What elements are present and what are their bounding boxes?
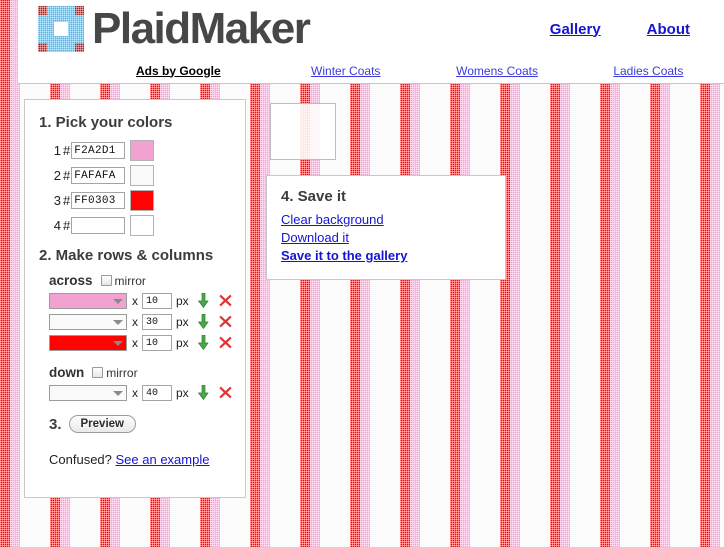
px-unit-label: px	[176, 386, 189, 400]
site-header: PlaidMaker Gallery About	[18, 0, 724, 58]
down-arrow-icon[interactable]	[197, 313, 209, 331]
nav-link-gallery[interactable]: Gallery	[550, 21, 601, 38]
red-x-icon[interactable]	[219, 294, 232, 309]
ads-by-google-label: Ads by Google	[136, 63, 221, 78]
nav-link-about[interactable]: About	[647, 21, 690, 38]
ad-link-winter-coats[interactable]: Winter Coats	[311, 64, 380, 78]
page-title: PlaidMaker	[92, 4, 311, 53]
controls-panel: 1. Pick your colors 1 # F2A2D1 2 # FAFAF…	[24, 99, 246, 498]
save-panel: 4. Save it Clear background Download it …	[266, 175, 506, 280]
step2-heading: 2. Make rows & columns	[39, 247, 214, 264]
multiply-symbol: x	[132, 386, 138, 400]
see-an-example-link[interactable]: See an example	[116, 452, 210, 467]
chevron-down-icon	[113, 299, 123, 304]
stripe-color-select-across-3[interactable]	[49, 335, 127, 351]
hash-symbol: #	[63, 193, 71, 208]
across-label: across	[49, 273, 93, 288]
hash-symbol: #	[63, 168, 71, 183]
stripe-width-input-across-3[interactable]: 10	[142, 335, 172, 351]
hash-symbol: #	[63, 218, 71, 233]
stripe-width-input-down-1[interactable]: 40	[142, 385, 172, 401]
stripe-color-select-across-2[interactable]	[49, 314, 127, 330]
color-swatch-1[interactable]	[130, 140, 155, 161]
color-hex-input-1[interactable]: F2A2D1	[71, 142, 126, 159]
down-mirror-label: mirror	[106, 365, 138, 380]
down-arrow-icon[interactable]	[197, 292, 209, 310]
color-swatch-2[interactable]	[130, 165, 155, 186]
down-mirror-checkbox[interactable]	[92, 367, 104, 378]
color-row: 2 # FAFAFA	[39, 165, 245, 186]
ads-bar: Ads by Google Winter Coats Womens Coats …	[18, 58, 724, 84]
color-row: 3 # FF0303	[39, 190, 245, 211]
hash-symbol: #	[63, 143, 71, 158]
px-unit-label: px	[176, 315, 189, 329]
color-index: 1	[53, 143, 61, 158]
chevron-down-icon	[113, 391, 123, 396]
color-swatch-3[interactable]	[130, 190, 155, 211]
color-index: 4	[53, 218, 61, 233]
stripe-width-input-across-2[interactable]: 30	[142, 314, 172, 330]
red-x-icon[interactable]	[219, 386, 232, 401]
save-to-gallery-link[interactable]: Save it to the gallery	[281, 248, 407, 263]
color-hex-input-3[interactable]: FF0303	[71, 192, 126, 209]
confused-help-row: Confused? See an example	[49, 452, 245, 467]
stripe-color-select-across-1[interactable]	[49, 293, 127, 309]
header-nav: Gallery About	[550, 21, 690, 38]
pattern-preview-box[interactable]	[270, 103, 336, 160]
across-mirror-checkbox[interactable]	[100, 275, 112, 286]
step3-number: 3.	[49, 415, 62, 433]
stripe-row-across-2: x 30 px	[49, 313, 245, 331]
confused-label: Confused?	[49, 452, 112, 467]
multiply-symbol: x	[132, 336, 138, 350]
down-label: down	[49, 365, 85, 380]
download-it-link[interactable]: Download it	[281, 230, 349, 245]
stripe-width-input-across-1[interactable]: 10	[142, 293, 172, 309]
across-header: across mirror	[49, 273, 245, 288]
color-hex-input-4[interactable]	[71, 217, 126, 234]
color-hex-input-2[interactable]: FAFAFA	[71, 167, 126, 184]
preview-button[interactable]: Preview	[68, 415, 136, 433]
multiply-symbol: x	[132, 294, 138, 308]
color-index: 2	[53, 168, 61, 183]
color-swatch-4[interactable]	[130, 215, 155, 236]
red-x-icon[interactable]	[219, 315, 232, 330]
plaid-square-logo-icon	[38, 6, 84, 52]
chevron-down-icon	[113, 341, 123, 346]
color-row: 1 # F2A2D1	[39, 140, 245, 161]
stripe-row-across-1: x 10 px	[49, 292, 245, 310]
clear-background-link[interactable]: Clear background	[281, 212, 384, 227]
step4-heading: 4. Save it	[281, 188, 347, 205]
px-unit-label: px	[176, 336, 189, 350]
stripe-color-select-down-1[interactable]	[49, 385, 127, 401]
down-arrow-icon[interactable]	[197, 384, 209, 402]
color-list: 1 # F2A2D1 2 # FAFAFA 3 # FF0303 4 #	[39, 140, 245, 236]
color-index: 3	[53, 193, 61, 208]
px-unit-label: px	[176, 294, 189, 308]
ad-link-ladies-coats[interactable]: Ladies Coats	[613, 64, 683, 78]
red-x-icon[interactable]	[219, 336, 232, 351]
step1-heading: 1. Pick your colors	[39, 114, 173, 131]
stripe-row-across-3: x 10 px	[49, 334, 245, 352]
stripe-row-down-1: x 40 px	[49, 384, 245, 402]
chevron-down-icon	[113, 320, 123, 325]
multiply-symbol: x	[132, 315, 138, 329]
across-mirror-label: mirror	[114, 273, 146, 288]
down-header: down mirror	[49, 365, 245, 380]
down-arrow-icon[interactable]	[197, 334, 209, 352]
color-row: 4 #	[39, 215, 245, 236]
ad-link-womens-coats[interactable]: Womens Coats	[456, 64, 538, 78]
